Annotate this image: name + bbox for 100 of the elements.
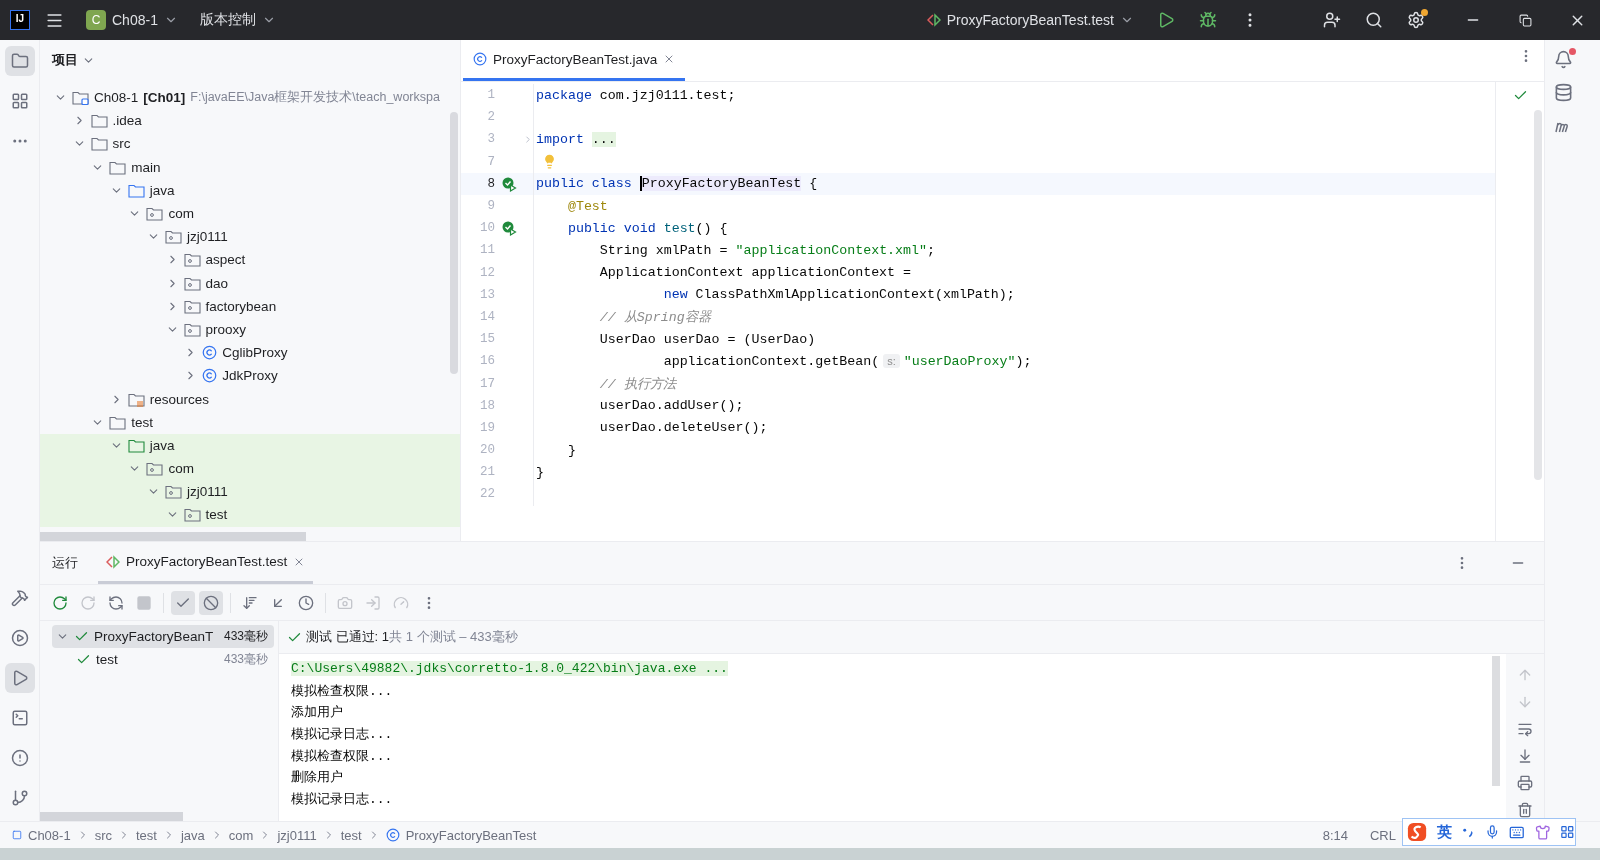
folder-icon[interactable] — [10, 52, 29, 70]
add-user-icon[interactable] — [1323, 11, 1341, 29]
tree-item-label[interactable]: prooxy — [205, 321, 247, 337]
tree-row[interactable]: jzj0111 — [40, 480, 460, 504]
module-icon — [12, 830, 22, 840]
scrollbar[interactable] — [40, 532, 306, 541]
breadcrumb[interactable]: Ch08-1 — [28, 827, 71, 843]
tree-item-label[interactable]: jzj0111 — [187, 484, 228, 500]
line-number: 18 — [479, 398, 496, 413]
tool-window-button[interactable] — [4, 46, 35, 76]
tree-item-label[interactable]: src — [112, 136, 131, 152]
scrollbar[interactable] — [450, 112, 458, 374]
breadcrumb[interactable]: test — [136, 827, 157, 843]
breadcrumb[interactable]: java — [180, 827, 205, 843]
tree-row[interactable]: Ch08-1 [Ch01] F:\javaEE\Java框架开发技术\teach_workspa — [40, 86, 460, 110]
line-separator[interactable]: CRL — [1370, 827, 1396, 843]
microphone-icon[interactable] — [1484, 824, 1500, 840]
folder-icon — [127, 182, 145, 198]
tree-item-label[interactable]: java — [149, 437, 175, 453]
git-branch-icon[interactable] — [10, 789, 29, 807]
test-config-icon — [106, 554, 120, 569]
tree-row[interactable]: jzj0111 — [40, 225, 460, 249]
apps-icon[interactable] — [1560, 824, 1575, 840]
run-test-gutter-icon[interactable] — [501, 175, 517, 192]
debug-icon[interactable] — [1199, 11, 1217, 29]
tree-row[interactable]: dao — [40, 271, 460, 295]
editor-tab[interactable]: ProxyFactoryBeanTest.java — [463, 40, 686, 81]
tool-window-button[interactable] — [4, 663, 35, 693]
tree-item-label[interactable]: .idea — [112, 113, 142, 129]
tree-row[interactable]: com — [40, 201, 460, 226]
tree-item-label[interactable]: test — [131, 414, 153, 430]
project-switcher[interactable]: C Ch08-1 — [78, 6, 186, 34]
tree-row[interactable]: main — [40, 155, 460, 179]
restore-icon[interactable] — [1518, 13, 1532, 27]
tree-row[interactable]: factorybean — [40, 294, 460, 318]
database-icon[interactable] — [1554, 83, 1573, 102]
structure-icon[interactable] — [10, 92, 29, 110]
breadcrumb[interactable]: jzj0111 — [277, 827, 317, 843]
tree-item-label[interactable]: jzj0111 — [187, 229, 228, 245]
breadcrumb[interactable]: test — [340, 827, 362, 843]
caret-position[interactable]: 8:14 — [1322, 827, 1348, 843]
terminal-icon[interactable] — [10, 709, 29, 727]
package-icon — [183, 275, 201, 291]
code-line: // 从Spring容器 — [598, 308, 711, 326]
tree-row[interactable]: CglibProxy — [40, 341, 460, 365]
tree-item-label[interactable]: test — [205, 507, 228, 523]
run-config-selector[interactable]: ProxyFactoryBeanTest.test — [918, 8, 1142, 32]
tree-item-label[interactable]: JdkProxy — [222, 368, 278, 384]
settings-icon[interactable] — [1407, 11, 1425, 29]
tree-item-label[interactable]: CglibProxy — [222, 345, 288, 361]
scrollbar[interactable] — [40, 812, 183, 821]
input-mode[interactable]: 英 — [1437, 822, 1453, 842]
tree-row[interactable]: .idea — [40, 109, 460, 133]
project-view-title[interactable]: 项目 — [52, 51, 95, 69]
tree-row[interactable]: java — [40, 178, 460, 202]
code-line: @Test — [566, 198, 608, 214]
tree-item-label[interactable]: resources — [149, 391, 210, 407]
services-icon[interactable] — [10, 629, 29, 647]
code-line: } — [566, 442, 576, 458]
tree-row[interactable]: com — [40, 457, 460, 481]
scrollbar[interactable] — [1534, 110, 1542, 480]
input-method-logo-icon[interactable] — [1407, 821, 1428, 843]
tree-row[interactable]: test — [40, 410, 460, 434]
app-logo[interactable]: IJ — [10, 10, 30, 30]
tree-row[interactable]: prooxy — [40, 317, 460, 342]
run-icon[interactable] — [1157, 11, 1175, 29]
tree-item-label[interactable]: com — [168, 461, 194, 477]
tree-row[interactable]: test — [40, 503, 460, 527]
tree-row[interactable]: JdkProxy — [40, 364, 460, 388]
line-number: 15 — [479, 332, 496, 347]
tree-item-label[interactable]: com — [168, 206, 194, 222]
tree-item-label[interactable]: java — [149, 182, 175, 198]
vcs-menu[interactable]: 版本控制 — [191, 7, 284, 33]
run-tab[interactable]: ProxyFactoryBeanTest.test — [98, 542, 314, 584]
scrollbar[interactable] — [1492, 656, 1500, 786]
run-test-gutter-icon[interactable] — [501, 220, 517, 237]
package-icon — [183, 507, 201, 523]
tree-item-label[interactable]: Ch08-1 — [94, 90, 139, 106]
problems-icon[interactable] — [10, 749, 29, 767]
breadcrumb[interactable]: com — [228, 827, 254, 843]
console-output: 模拟记录日志... — [291, 790, 393, 808]
line-number: 16 — [479, 354, 496, 369]
hammer-icon[interactable] — [10, 589, 29, 607]
tree-row[interactable]: resources — [40, 387, 460, 411]
package-icon — [183, 298, 201, 314]
tree-item-label[interactable]: aspect — [205, 252, 246, 268]
tree-row[interactable]: java — [40, 433, 460, 457]
tree-item-label[interactable]: dao — [205, 275, 229, 291]
tree-item-label[interactable]: factorybean — [205, 298, 277, 314]
tree-row[interactable]: src — [40, 132, 460, 156]
search-icon[interactable] — [1365, 11, 1383, 29]
test-tree-item[interactable]: ProxyFactoryBeanT 433毫秒 — [52, 625, 274, 648]
breadcrumb[interactable]: src — [94, 827, 112, 843]
bell-icon[interactable] — [1554, 50, 1573, 69]
update-dot — [1421, 9, 1428, 16]
breadcrumb[interactable]: ProxyFactoryBeanTest — [405, 827, 537, 843]
test-tree-item[interactable]: test 433毫秒 — [52, 648, 274, 671]
tree-row[interactable]: aspect — [40, 248, 460, 272]
tree-item-label[interactable]: main — [131, 159, 161, 175]
skin-icon[interactable] — [1534, 823, 1551, 841]
